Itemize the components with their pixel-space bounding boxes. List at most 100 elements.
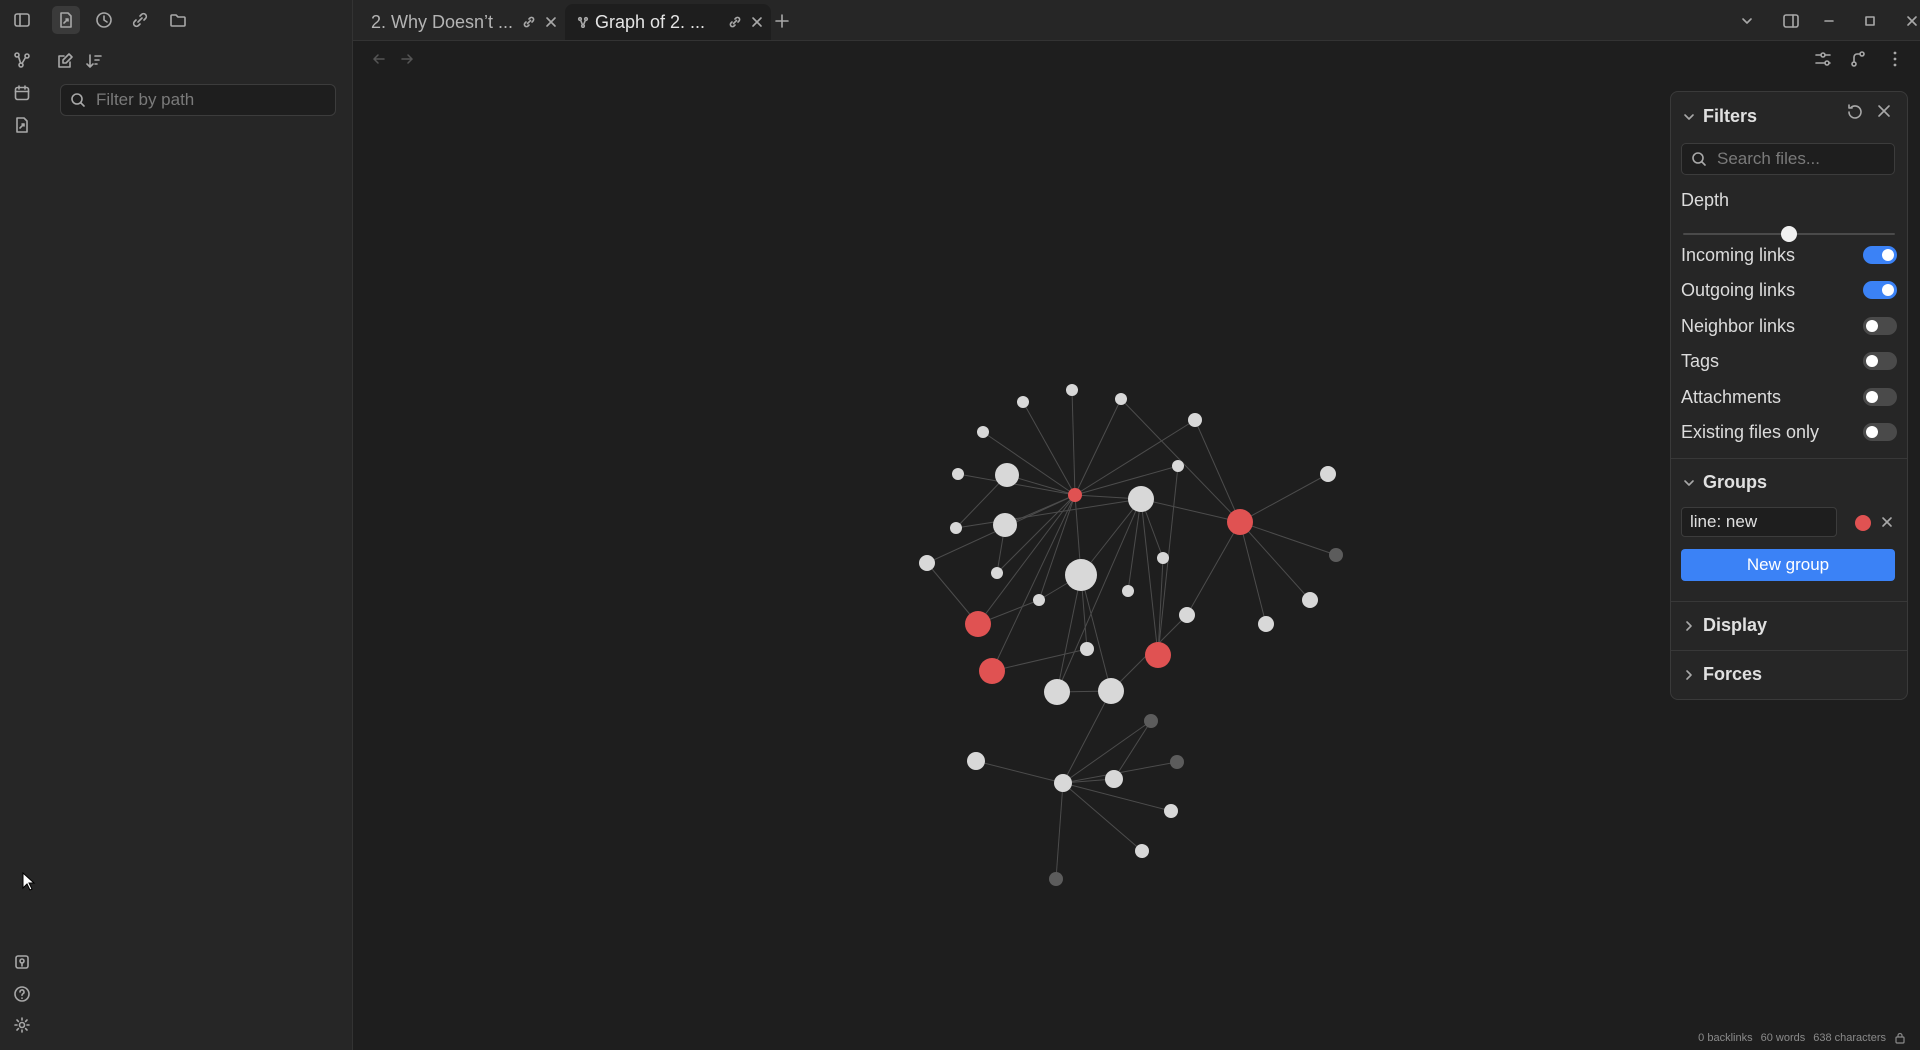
groups-header[interactable]: Groups [1683, 472, 1767, 493]
folder-icon[interactable] [164, 6, 192, 34]
forward-arrow-icon[interactable] [395, 47, 419, 71]
group-color-swatch[interactable] [1855, 515, 1871, 531]
sort-icon[interactable] [80, 47, 108, 75]
tags-toggle[interactable] [1863, 352, 1897, 370]
settings-gear-icon[interactable] [10, 1013, 34, 1037]
files-tab-icon[interactable] [52, 6, 80, 34]
recent-clock-icon[interactable] [90, 6, 118, 34]
filter-by-path-field[interactable] [60, 84, 336, 116]
graph-node[interactable] [950, 522, 962, 534]
graph-node[interactable] [965, 611, 991, 637]
lock-icon[interactable] [1894, 1032, 1906, 1044]
graph-node[interactable] [1128, 486, 1154, 512]
close-tab-icon[interactable] [541, 12, 561, 32]
graph-node[interactable] [1044, 679, 1070, 705]
graph-node[interactable] [1172, 460, 1184, 472]
incoming-links-toggle[interactable] [1863, 246, 1897, 264]
maximize-icon[interactable] [1857, 8, 1883, 34]
tab-graph[interactable]: Graph of 2. ... [565, 4, 771, 40]
filters-title: Filters [1703, 106, 1758, 126]
graph-node[interactable] [1098, 678, 1124, 704]
graph-node[interactable] [1302, 592, 1318, 608]
existing-files-only-toggle[interactable] [1863, 423, 1897, 441]
graph-node[interactable] [1068, 488, 1082, 502]
graph-node[interactable] [1157, 552, 1169, 564]
graph-node[interactable] [1065, 559, 1097, 591]
remove-group-icon[interactable] [1881, 516, 1893, 528]
graph-settings-icon[interactable] [1811, 47, 1835, 71]
neighbor-links-toggle[interactable] [1863, 317, 1897, 335]
close-panel-icon[interactable] [1877, 104, 1891, 118]
graph-node[interactable] [1320, 466, 1336, 482]
restore-defaults-icon[interactable] [1846, 103, 1864, 121]
filters-header[interactable]: Filters [1683, 106, 1757, 127]
graph-node[interactable] [993, 513, 1017, 537]
link-icon[interactable] [519, 12, 539, 32]
tab-note[interactable]: 2. Why Doesn’t ... [365, 4, 573, 40]
graph-node[interactable] [919, 555, 935, 571]
graph-node[interactable] [967, 752, 985, 770]
window-close-icon[interactable] [1899, 8, 1920, 34]
graph-node[interactable] [1017, 396, 1029, 408]
graph-node[interactable] [1122, 585, 1134, 597]
right-sidebar-toggle-icon[interactable] [1778, 8, 1804, 34]
graph-node[interactable] [1179, 607, 1195, 623]
tab-list-chevron-icon[interactable] [1734, 8, 1760, 34]
graph-node[interactable] [1227, 509, 1253, 535]
forces-title: Forces [1703, 664, 1763, 684]
graph-link [1074, 419, 1196, 496]
graph-node[interactable] [1188, 413, 1202, 427]
link-icon[interactable] [725, 12, 745, 32]
attachments-toggle[interactable] [1863, 388, 1897, 406]
status-bar: 0 backlinks 60 words 638 characters [1698, 1032, 1906, 1044]
graph-node[interactable] [1258, 616, 1274, 632]
graph-link [1062, 782, 1143, 852]
graph-node[interactable] [1115, 393, 1127, 405]
minimize-icon[interactable] [1816, 8, 1842, 34]
graph-node[interactable] [991, 567, 1003, 579]
filter-by-path-input[interactable] [94, 89, 328, 111]
search-files-field[interactable] [1681, 143, 1895, 175]
sidebar-toggle-icon[interactable] [10, 8, 34, 32]
display-header[interactable]: Display [1683, 615, 1767, 636]
search-files-input[interactable] [1715, 148, 1889, 170]
canvas-file-icon[interactable] [10, 113, 34, 137]
forces-header[interactable]: Forces [1683, 664, 1762, 685]
animate-graph-icon[interactable] [1846, 47, 1870, 71]
graph-node[interactable] [1105, 770, 1123, 788]
graph-node[interactable] [1329, 548, 1343, 562]
more-options-icon[interactable] [1883, 47, 1907, 71]
new-tab-plus-icon[interactable] [769, 8, 795, 34]
graph-node[interactable] [977, 426, 989, 438]
graph-link [1074, 465, 1179, 496]
close-tab-icon[interactable] [747, 12, 767, 32]
graph-node[interactable] [1144, 714, 1158, 728]
graph-node[interactable] [995, 463, 1019, 487]
new-group-button[interactable]: New group [1681, 549, 1895, 581]
depth-slider[interactable] [1683, 226, 1895, 242]
group-query-input[interactable]: line: new [1681, 507, 1837, 537]
graph-node[interactable] [1066, 384, 1078, 396]
vault-switcher-icon[interactable] [10, 950, 34, 974]
calendar-icon[interactable] [10, 81, 34, 105]
graph-node[interactable] [979, 658, 1005, 684]
graph-node[interactable] [952, 468, 964, 480]
outgoing-links-toggle[interactable] [1863, 281, 1897, 299]
graph-node[interactable] [1164, 804, 1178, 818]
search-links-icon[interactable] [126, 6, 154, 34]
back-arrow-icon[interactable] [367, 47, 391, 71]
backlinks-count[interactable]: 0 backlinks [1698, 1032, 1752, 1044]
graph-view-icon[interactable] [10, 48, 34, 72]
graph-node[interactable] [1054, 774, 1072, 792]
graph-node[interactable] [1080, 642, 1094, 656]
graph-node[interactable] [1049, 872, 1063, 886]
graph-node[interactable] [1033, 594, 1045, 606]
slider-thumb[interactable] [1781, 226, 1797, 242]
graph-node[interactable] [1170, 755, 1184, 769]
graph-node[interactable] [1145, 642, 1171, 668]
graph-link [1071, 389, 1076, 496]
graph-node[interactable] [1135, 844, 1149, 858]
new-note-icon[interactable] [51, 47, 79, 75]
graph-link [1239, 473, 1329, 523]
help-icon[interactable] [10, 982, 34, 1006]
